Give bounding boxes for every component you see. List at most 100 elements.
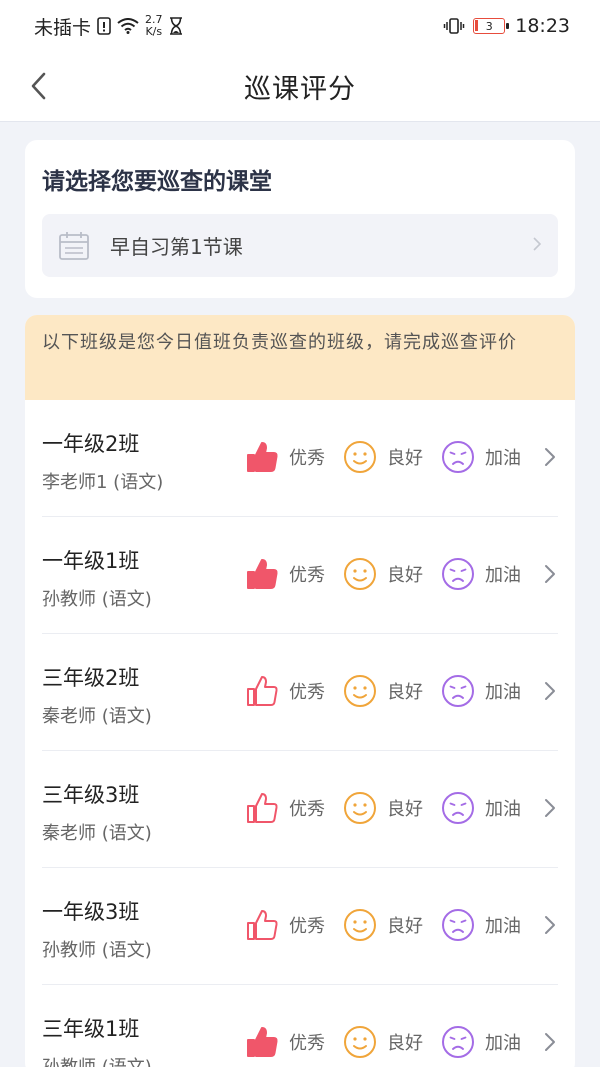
- class-name: 三年级3班: [42, 783, 140, 807]
- thumbs-up-icon: [245, 440, 279, 474]
- wifi-icon: [117, 18, 139, 34]
- vibrate-icon: [443, 17, 465, 35]
- rate-excellent-label: 优秀: [289, 565, 325, 586]
- rating-options: 优秀 良好 加油: [245, 1025, 539, 1059]
- rate-excellent-button[interactable]: 优秀: [245, 908, 325, 942]
- thumbs-up-icon: [245, 1025, 279, 1059]
- status-right: 3 18:23: [443, 15, 570, 37]
- rate-excellent-label: 优秀: [289, 682, 325, 703]
- rate-good-label: 良好: [387, 682, 423, 703]
- sad-face-icon: [441, 908, 475, 942]
- class-name: 三年级2班: [42, 666, 140, 690]
- rate-excellent-label: 优秀: [289, 799, 325, 820]
- rate-cheer-label: 加油: [485, 448, 521, 469]
- rate-cheer-button[interactable]: 加油: [441, 440, 521, 474]
- sad-face-icon: [441, 791, 475, 825]
- rating-options: 优秀 良好 加油: [245, 908, 539, 942]
- rate-excellent-button[interactable]: 优秀: [245, 1025, 325, 1059]
- class-row[interactable]: 一年级1班 孙教师 (语文) 优秀 良好 加油: [42, 517, 558, 634]
- class-name: 一年级3班: [42, 900, 140, 924]
- selected-lesson: 早自习第1节课: [110, 235, 243, 259]
- carrier-text: 未插卡: [34, 16, 92, 39]
- rate-cheer-label: 加油: [485, 916, 521, 937]
- smile-face-icon: [343, 1025, 377, 1059]
- class-row[interactable]: 一年级2班 李老师1 (语文) 优秀 良好 加油: [42, 400, 558, 517]
- status-left: 未插卡 2.7 K/s: [34, 13, 183, 40]
- rate-good-label: 良好: [387, 1033, 423, 1054]
- rating-options: 优秀 良好 加油: [245, 674, 539, 708]
- chevron-right-icon: [542, 1031, 558, 1053]
- smile-face-icon: [343, 674, 377, 708]
- chevron-right-icon: [542, 797, 558, 819]
- speed-unit: K/s: [145, 25, 163, 38]
- rating-options: 优秀 良好 加油: [245, 557, 539, 591]
- thumbs-up-icon: [245, 557, 279, 591]
- rating-options: 优秀 良好 加油: [245, 791, 539, 825]
- back-button[interactable]: [18, 66, 58, 106]
- rate-cheer-label: 加油: [485, 565, 521, 586]
- rate-excellent-button[interactable]: 优秀: [245, 440, 325, 474]
- rate-excellent-label: 优秀: [289, 448, 325, 469]
- sad-face-icon: [441, 440, 475, 474]
- smile-face-icon: [343, 908, 377, 942]
- thumbs-up-icon: [245, 791, 279, 825]
- rate-good-label: 良好: [387, 916, 423, 937]
- back-arrow-icon: [31, 72, 46, 100]
- rate-good-button[interactable]: 良好: [343, 557, 423, 591]
- class-row[interactable]: 三年级2班 秦老师 (语文) 优秀 良好 加油: [42, 634, 558, 751]
- class-row[interactable]: 一年级3班 孙教师 (语文) 优秀 良好 加油: [42, 868, 558, 985]
- rate-cheer-button[interactable]: 加油: [441, 674, 521, 708]
- rate-cheer-button[interactable]: 加油: [441, 908, 521, 942]
- network-speed: 2.7 K/s: [145, 14, 163, 38]
- rate-good-button[interactable]: 良好: [343, 908, 423, 942]
- teacher-name: 孙教师 (语文): [42, 940, 152, 961]
- teacher-name: 孙教师 (语文): [42, 1053, 152, 1067]
- status-bar: 未插卡 2.7 K/s 3 18:23: [0, 0, 600, 52]
- chevron-right-icon: [532, 236, 542, 256]
- nav-bar: 巡课评分: [0, 52, 600, 122]
- teacher-name: 秦老师 (语文): [42, 823, 152, 844]
- rate-good-label: 良好: [387, 448, 423, 469]
- rate-good-label: 良好: [387, 565, 423, 586]
- class-list-card: 以下班级是您今日值班负责巡查的班级，请完成巡查评价 一年级2班 李老师1 (语文…: [25, 315, 575, 1067]
- calendar-icon: [58, 230, 90, 262]
- chevron-right-icon: [542, 680, 558, 702]
- rate-excellent-label: 优秀: [289, 1033, 325, 1054]
- rate-cheer-label: 加油: [485, 799, 521, 820]
- chevron-right-icon: [542, 446, 558, 468]
- thumbs-up-icon: [245, 908, 279, 942]
- rate-excellent-button[interactable]: 优秀: [245, 557, 325, 591]
- rate-good-button[interactable]: 良好: [343, 440, 423, 474]
- smile-face-icon: [343, 791, 377, 825]
- rate-cheer-button[interactable]: 加油: [441, 791, 521, 825]
- smile-face-icon: [343, 440, 377, 474]
- rate-cheer-button[interactable]: 加油: [441, 557, 521, 591]
- hourglass-icon: [169, 17, 183, 35]
- rate-good-button[interactable]: 良好: [343, 674, 423, 708]
- rate-good-button[interactable]: 良好: [343, 1025, 423, 1059]
- chevron-right-icon: [542, 563, 558, 585]
- rate-cheer-button[interactable]: 加油: [441, 1025, 521, 1059]
- rating-options: 优秀 良好 加油: [245, 440, 539, 474]
- lesson-picker[interactable]: 早自习第1节课: [42, 214, 558, 277]
- sim-alert-icon: [97, 17, 111, 35]
- sad-face-icon: [441, 557, 475, 591]
- rate-good-button[interactable]: 良好: [343, 791, 423, 825]
- lesson-select-title: 请选择您要巡查的课堂: [42, 169, 272, 195]
- class-name: 三年级1班: [42, 1017, 140, 1041]
- rate-excellent-button[interactable]: 优秀: [245, 674, 325, 708]
- class-row[interactable]: 三年级1班 孙教师 (语文) 优秀 良好 加油: [42, 985, 558, 1067]
- chevron-right-icon: [542, 914, 558, 936]
- page-title: 巡课评分: [244, 74, 356, 105]
- rate-excellent-button[interactable]: 优秀: [245, 791, 325, 825]
- teacher-name: 李老师1 (语文): [42, 472, 164, 493]
- rate-good-label: 良好: [387, 799, 423, 820]
- class-row[interactable]: 三年级3班 秦老师 (语文) 优秀 良好 加油: [42, 751, 558, 868]
- smile-face-icon: [343, 557, 377, 591]
- teacher-name: 秦老师 (语文): [42, 706, 152, 727]
- sad-face-icon: [441, 674, 475, 708]
- battery-level: 3: [485, 19, 493, 33]
- class-name: 一年级2班: [42, 432, 140, 456]
- teacher-name: 孙教师 (语文): [42, 589, 152, 610]
- thumbs-up-icon: [245, 674, 279, 708]
